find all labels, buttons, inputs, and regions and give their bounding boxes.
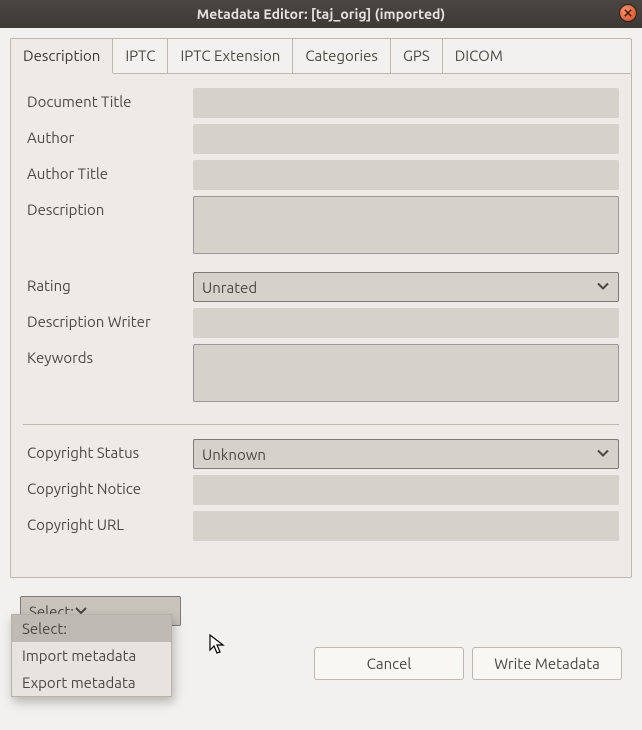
dropdown-item-export-metadata[interactable]: Export metadata — [12, 669, 171, 696]
window-titlebar: Metadata Editor: [taj_orig] (imported) — [0, 0, 642, 28]
dropdown-item-select[interactable]: Select: — [12, 615, 171, 642]
select-rating[interactable]: Unrated — [193, 272, 619, 302]
window-close-button[interactable] — [619, 4, 637, 22]
label-keywords: Keywords — [23, 344, 193, 366]
input-copyright-url[interactable] — [193, 511, 619, 541]
select-copyright-status[interactable]: Unknown — [193, 439, 619, 469]
tab-iptc-extension[interactable]: IPTC Extension — [168, 39, 293, 73]
cursor-icon — [209, 634, 225, 660]
input-copyright-notice[interactable] — [193, 475, 619, 505]
tab-categories[interactable]: Categories — [293, 39, 391, 73]
label-description: Description — [23, 196, 193, 218]
tab-description[interactable]: Description — [11, 39, 113, 74]
select-copyright-status-value: Unknown — [202, 446, 266, 463]
select-action-dropdown: Select: Import metadata Export metadata — [11, 614, 172, 697]
tab-gps[interactable]: GPS — [391, 39, 443, 73]
chevron-down-icon — [596, 446, 610, 463]
label-rating: Rating — [23, 272, 193, 294]
select-rating-value: Unrated — [202, 279, 257, 296]
label-author: Author — [23, 124, 193, 146]
window-title: Metadata Editor: [taj_orig] (imported) — [197, 6, 446, 22]
label-author-title: Author Title — [23, 160, 193, 182]
separator — [23, 424, 619, 425]
input-author-title[interactable] — [193, 160, 619, 190]
label-copyright-status: Copyright Status — [23, 439, 193, 461]
label-copyright-notice: Copyright Notice — [23, 475, 193, 497]
label-copyright-url: Copyright URL — [23, 511, 193, 533]
dropdown-item-import-metadata[interactable]: Import metadata — [12, 642, 171, 669]
tab-dicom[interactable]: DICOM — [443, 39, 515, 73]
cancel-button[interactable]: Cancel — [314, 647, 464, 680]
label-description-writer: Description Writer — [23, 308, 193, 330]
tab-content-description: Document Title Author Author Title Descr… — [11, 74, 631, 577]
lower-area: Select: Select: Import metadata Export m… — [10, 578, 632, 626]
tabs-container: Description IPTC IPTC Extension Categori… — [10, 38, 632, 578]
input-keywords[interactable] — [193, 344, 619, 402]
label-document-title: Document Title — [23, 88, 193, 110]
tab-strip: Description IPTC IPTC Extension Categori… — [11, 39, 631, 74]
input-description[interactable] — [193, 196, 619, 254]
close-icon — [624, 9, 632, 17]
tab-iptc[interactable]: IPTC — [113, 39, 168, 73]
chevron-down-icon — [596, 279, 610, 296]
write-metadata-button[interactable]: Write Metadata — [472, 647, 622, 680]
input-description-writer[interactable] — [193, 308, 619, 338]
input-author[interactable] — [193, 124, 619, 154]
input-document-title[interactable] — [193, 88, 619, 118]
